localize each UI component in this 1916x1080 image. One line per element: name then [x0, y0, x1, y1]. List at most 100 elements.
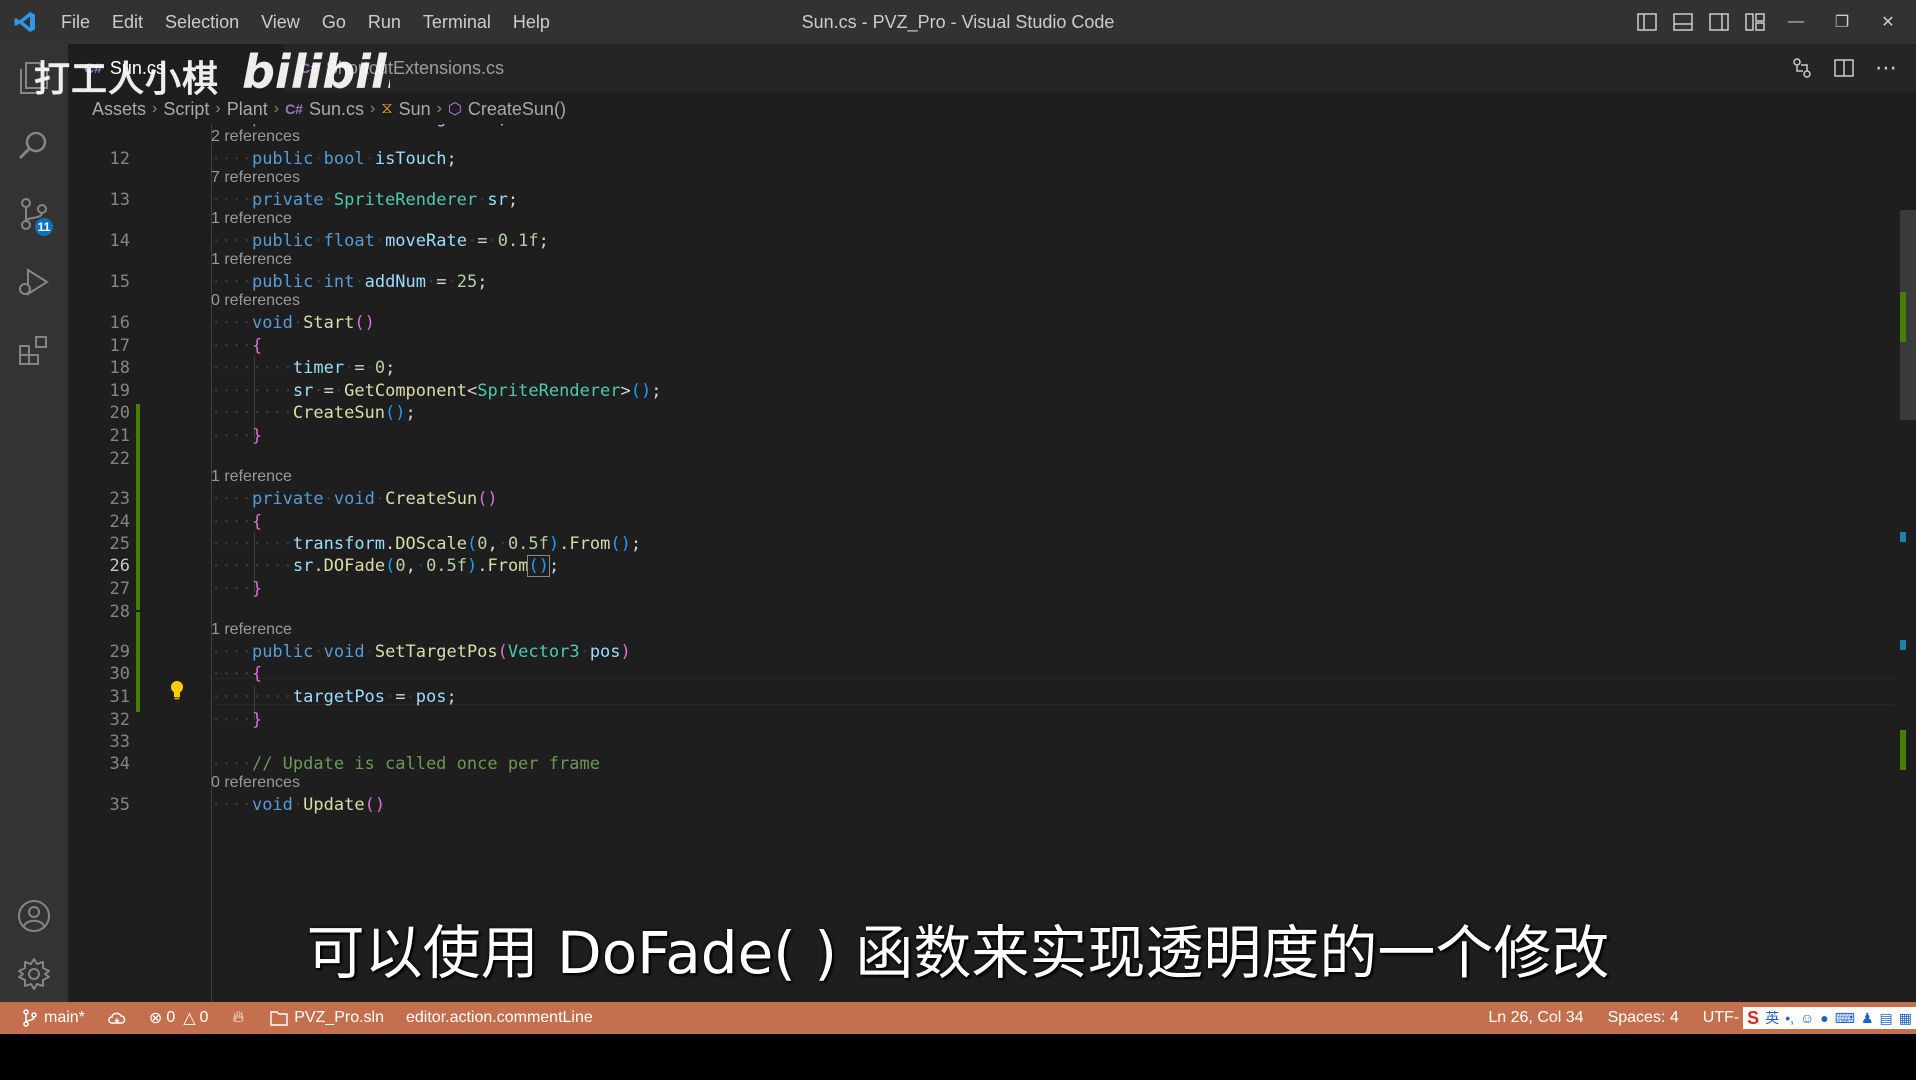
- encoding-status[interactable]: UTF-: [1703, 1009, 1739, 1027]
- menu-edit[interactable]: Edit: [101, 12, 154, 33]
- restore-icon[interactable]: ❐: [1822, 0, 1862, 44]
- code-line[interactable]: 21 ····}: [68, 424, 1868, 448]
- code-line[interactable]: 19 ········sr·=·GetComponent<SpriteRender…: [68, 379, 1868, 403]
- line-number: 26: [109, 556, 130, 576]
- code-line[interactable]: 24 ····{: [68, 510, 1868, 534]
- sync-icon[interactable]: [107, 1010, 127, 1026]
- breadcrumb-class[interactable]: Sun: [399, 99, 431, 120]
- codelens-text: 7 references: [211, 169, 300, 186]
- code-editor[interactable]: 11····public·Vector3·targetPos;2 referen…: [68, 124, 1900, 1002]
- line-number: 21: [109, 426, 130, 446]
- code-line[interactable]: 17 ····{: [68, 334, 1868, 358]
- chevron-right-icon: ›: [370, 100, 376, 117]
- flame-icon[interactable]: 🔥︎: [232, 1009, 244, 1027]
- codelens-references[interactable]: 1 reference: [68, 207, 1868, 231]
- extensions-icon[interactable]: [0, 320, 68, 380]
- close-icon[interactable]: ✕: [1868, 0, 1908, 44]
- split-editor-icon[interactable]: [1830, 54, 1858, 82]
- code-line[interactable]: 35 ····void·Update(): [68, 793, 1868, 817]
- line-number: 24: [109, 512, 130, 532]
- code-text: ········timer·=·0;: [211, 358, 396, 378]
- codelens-text: 2 references: [211, 128, 300, 145]
- code-line[interactable]: 32 ····}: [68, 708, 1868, 732]
- code-line[interactable]: 16 ····void·Start(): [68, 311, 1868, 335]
- activity-bar: 11: [0, 44, 68, 1002]
- class-symbol-icon: ⧖: [381, 100, 393, 117]
- code-line[interactable]: 33: [68, 730, 1868, 754]
- menu-view[interactable]: View: [250, 12, 311, 33]
- code-line[interactable]: 26 ········sr.DOFade(0,·0.5f).From();: [68, 554, 1868, 578]
- solution-status[interactable]: PVZ_Pro.sln: [270, 1009, 384, 1027]
- code-text: ····void·Update(): [211, 795, 386, 815]
- scroll-change-marker: [1900, 292, 1906, 342]
- line-number: 16: [109, 313, 130, 333]
- code-line[interactable]: 25 ········transform.DOScale(0,·0.5f).Fro…: [68, 532, 1868, 556]
- code-line[interactable]: 20 ········CreateSun();: [68, 401, 1868, 425]
- minimize-icon[interactable]: —: [1776, 0, 1816, 44]
- codelens-references[interactable]: 0 references: [68, 771, 1868, 795]
- run-debug-icon[interactable]: [0, 252, 68, 312]
- menu-help[interactable]: Help: [502, 12, 561, 33]
- cursor-position-status[interactable]: Ln 26, Col 34: [1488, 1009, 1583, 1027]
- code-line[interactable]: 31 ········targetPos·=·pos;: [68, 685, 1868, 709]
- uploader-watermark: 打工人小棋: [34, 58, 220, 99]
- ime-tools-icon: ▦: [1898, 1009, 1912, 1026]
- customize-layout-icon[interactable]: [1740, 7, 1770, 37]
- ime-toolbar[interactable]: S 英 •, ☺ ● ⌨ ♟ ▤ ▦: [1743, 1007, 1916, 1029]
- last-command-status[interactable]: editor.action.commentLine: [406, 1009, 593, 1027]
- menu-go[interactable]: Go: [311, 12, 357, 33]
- codelens-references[interactable]: 0 references: [68, 289, 1868, 313]
- git-branch-status[interactable]: main*: [22, 1009, 85, 1027]
- breadcrumb-plant[interactable]: Plant: [227, 99, 268, 120]
- codelens-references[interactable]: 1 reference: [68, 465, 1868, 489]
- toggle-panel-icon[interactable]: [1668, 7, 1698, 37]
- scroll-change-marker: [1900, 532, 1906, 542]
- code-text: ····void·Start(): [211, 313, 375, 333]
- svg-text:bilibili: bilibili: [242, 45, 390, 98]
- menu-run[interactable]: Run: [357, 12, 412, 33]
- open-changes-icon[interactable]: [1788, 54, 1816, 82]
- code-text: ········targetPos·=·pos;: [211, 687, 457, 707]
- vscode-logo-icon: [14, 12, 35, 32]
- menu-selection[interactable]: Selection: [154, 12, 250, 33]
- problems-status[interactable]: ⊗ 0 △ 0: [149, 1008, 209, 1028]
- code-text: ····}: [211, 579, 263, 599]
- codelens-references[interactable]: 2 references: [68, 125, 1868, 149]
- line-number: 18: [109, 358, 130, 378]
- csharp-file-icon: C#: [285, 101, 303, 117]
- codelens-text: 1 reference: [211, 210, 292, 227]
- code-line[interactable]: 30 ····{: [68, 662, 1868, 686]
- vscode-window: File Edit Selection View Go Run Terminal Help S…: [0, 0, 1916, 1034]
- indentation-status[interactable]: Spaces: 4: [1608, 1009, 1679, 1027]
- chevron-right-icon: ›: [273, 100, 280, 117]
- source-control-icon[interactable]: 11: [0, 184, 68, 244]
- source-control-badge: 11: [35, 218, 53, 236]
- ime-user-icon: ♟: [1860, 1009, 1874, 1026]
- codelens-references[interactable]: 1 reference: [68, 248, 1868, 272]
- search-icon[interactable]: [0, 116, 68, 176]
- codelens-references[interactable]: 1 reference: [68, 618, 1868, 642]
- breadcrumb-method[interactable]: CreateSun(): [468, 99, 566, 120]
- code-text: ····public·void·SetTargetPos(Vector3·pos…: [211, 642, 631, 662]
- code-text: ········transform.DOScale(0,·0.5f).From(…: [211, 534, 642, 554]
- toggle-primary-sidebar-icon[interactable]: [1632, 7, 1662, 37]
- ime-keyboard-icon: ⌨: [1834, 1009, 1855, 1026]
- breadcrumb-file[interactable]: Sun.cs: [309, 99, 364, 120]
- line-number: 20: [109, 403, 130, 423]
- line-number: 19: [109, 381, 130, 401]
- codelens-references[interactable]: 7 references: [68, 166, 1868, 190]
- code-text: ········sr.DOFade(0,·0.5f).From();: [211, 555, 560, 577]
- code-line[interactable]: 29 ····public·void·SetTargetPos(Vector3·p…: [68, 640, 1868, 664]
- toggle-secondary-sidebar-icon[interactable]: [1704, 7, 1734, 37]
- codelens-text: 1 reference: [211, 468, 292, 485]
- menu-terminal[interactable]: Terminal: [412, 12, 502, 33]
- more-actions-icon[interactable]: ⋯: [1872, 54, 1900, 82]
- code-line[interactable]: 23 ····private·void·CreateSun(): [68, 487, 1868, 511]
- code-line[interactable]: 18 ········timer·=·0;: [68, 356, 1868, 380]
- menu-file[interactable]: File: [50, 12, 101, 33]
- warning-icon: △: [183, 1010, 196, 1027]
- code-text: ········CreateSun();: [211, 403, 416, 423]
- code-line[interactable]: 27 ····}: [68, 577, 1868, 601]
- line-number: 30: [109, 664, 130, 684]
- code-text: ····}: [211, 426, 263, 446]
